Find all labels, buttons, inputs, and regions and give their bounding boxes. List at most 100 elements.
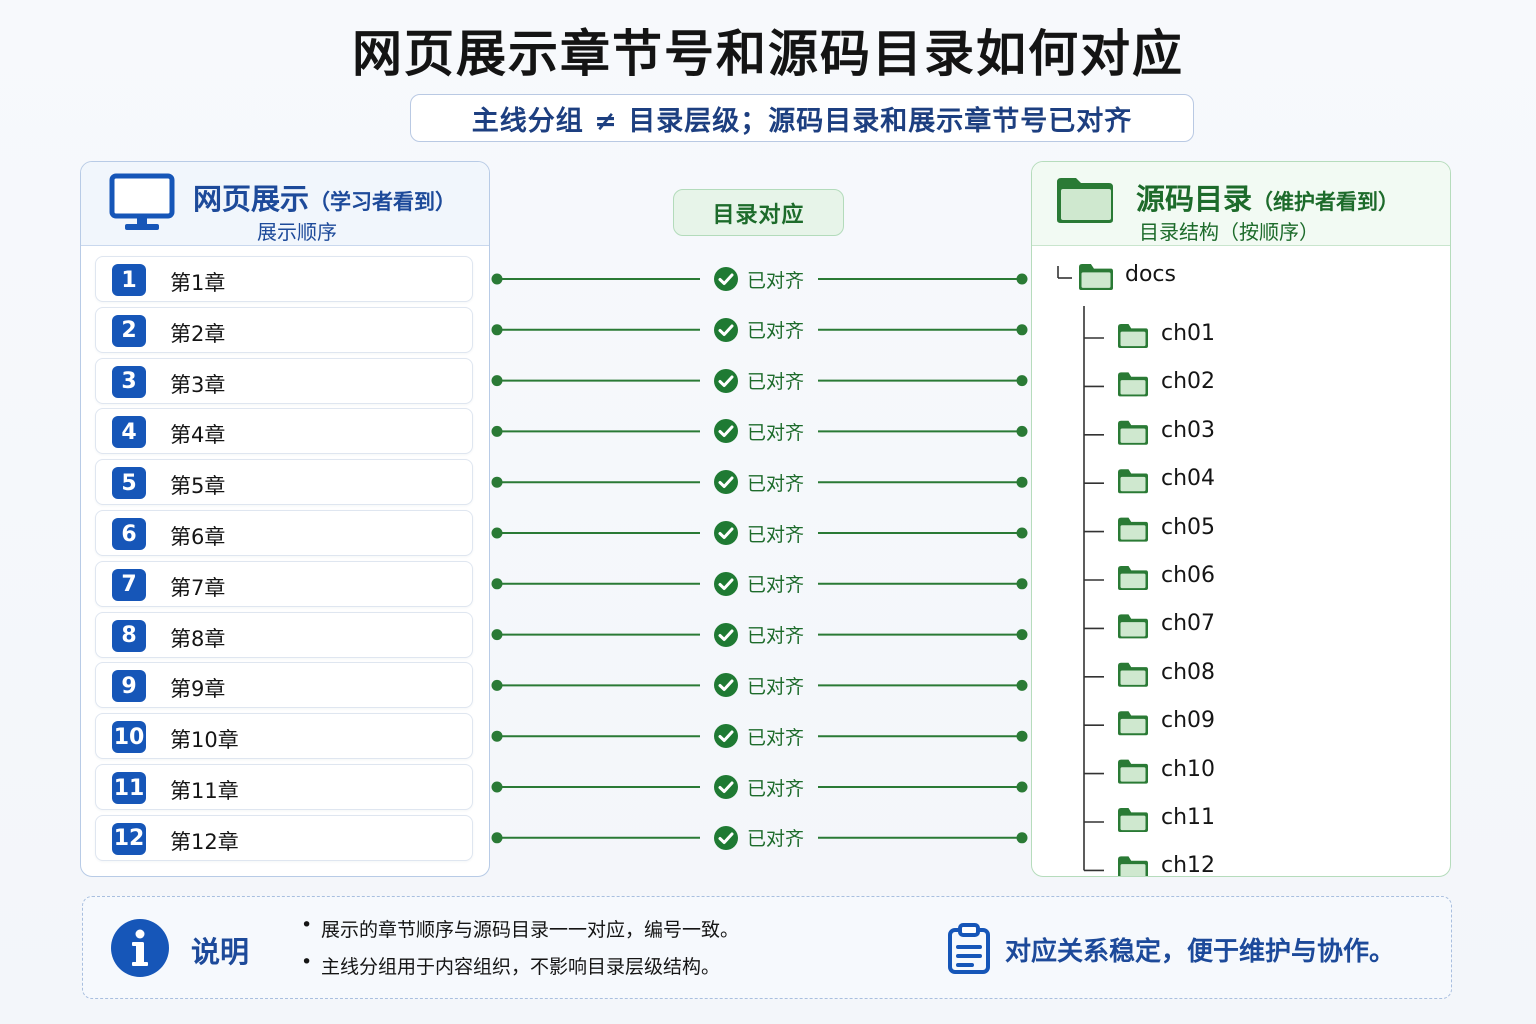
chapter-number-badge: 7 xyxy=(112,568,146,601)
chapter-label: 第5章 xyxy=(170,474,226,499)
chapter-label: 第4章 xyxy=(170,423,226,448)
explanation-box: 说明 展示的章节顺序与源码目录一一对应，编号一致。 主线分组用于内容组织，不影响… xyxy=(82,896,1452,999)
explanation-bullet: 主线分组用于内容组织，不影响目录层级结构。 xyxy=(301,951,739,979)
folder-icon xyxy=(1118,711,1148,736)
chapter-item: 10 第10章 xyxy=(95,713,473,760)
explanation-bullet: 展示的章节顺序与源码目录一一对应，编号一致。 xyxy=(301,914,739,942)
chapter-number-badge: 8 xyxy=(112,619,146,652)
connection-dot xyxy=(491,375,503,387)
tree-folder-label: ch02 xyxy=(1161,369,1216,395)
web-display-title: 网页展示（学习者看到） xyxy=(193,176,456,218)
explanation-heading: 说明 xyxy=(191,935,250,969)
tree-folder-label: ch05 xyxy=(1161,514,1216,540)
check-circle-icon xyxy=(714,673,738,698)
connection-dot xyxy=(491,425,503,437)
chapter-label: 第7章 xyxy=(170,575,226,600)
aligned-status-label: 已对齐 xyxy=(747,726,805,749)
connection-dot xyxy=(491,527,503,539)
connection-dot xyxy=(1016,730,1028,742)
folder-icon xyxy=(1118,856,1148,876)
connection-dot xyxy=(491,476,503,488)
connection-dot xyxy=(1016,324,1028,336)
web-display-title-text: 网页展示 xyxy=(193,182,310,216)
folder-icon xyxy=(1118,614,1148,639)
chapter-number-badge: 5 xyxy=(112,467,146,500)
connection-dot xyxy=(1016,375,1028,387)
check-circle-icon xyxy=(714,470,738,495)
chapter-number-badge: 12 xyxy=(112,822,146,855)
chapter-label: 第9章 xyxy=(170,677,226,702)
chapter-number-badge: 11 xyxy=(112,772,146,804)
page-title: 网页展示章节号和源码目录如何对应 xyxy=(352,25,1184,83)
chapter-item: 11 第11章 xyxy=(95,764,473,810)
chapter-item: 1 第1章 xyxy=(95,256,473,302)
aligned-status-label: 已对齐 xyxy=(747,371,805,394)
source-dir-panel: 源码目录（维护者看到） 目录结构（按顺序） docs ch01 ch02 ch03 ch… xyxy=(1031,161,1451,877)
chapter-item: 2 第2章 xyxy=(95,306,473,353)
tree-folder-label: ch07 xyxy=(1161,611,1216,637)
connection-dot xyxy=(1016,781,1028,793)
tree-folder-label: ch08 xyxy=(1161,659,1216,685)
web-display-title-note: （学习者看到） xyxy=(309,190,457,214)
aligned-status-label: 已对齐 xyxy=(747,574,805,597)
tree-folder-label: ch11 xyxy=(1161,805,1216,830)
aligned-status: 已对齐 xyxy=(713,670,823,700)
web-display-header: 网页展示（学习者看到） 展示顺序 xyxy=(81,162,489,246)
check-circle-icon xyxy=(714,521,738,545)
folder-icon xyxy=(1118,517,1148,542)
folder-icon xyxy=(1118,662,1148,687)
check-circle-icon xyxy=(714,825,738,850)
chapter-item: 7 第7章 xyxy=(95,560,473,607)
aligned-status: 已对齐 xyxy=(713,416,823,446)
chapter-label: 第10章 xyxy=(170,728,239,753)
connection-dot xyxy=(1016,578,1028,590)
connection-dot xyxy=(491,324,503,336)
aligned-status: 已对齐 xyxy=(713,264,823,294)
connection-dot xyxy=(491,273,503,285)
aligned-status-label: 已对齐 xyxy=(747,472,805,495)
tree-folder-label: ch09 xyxy=(1161,708,1216,734)
aligned-status-label: 已对齐 xyxy=(747,828,805,851)
chapter-number-badge: 10 xyxy=(112,721,146,754)
chapter-number-badge: 2 xyxy=(112,314,146,347)
chapter-label: 第11章 xyxy=(170,779,239,803)
explanation-note: 对应关系稳定，便于维护与协作。 xyxy=(1005,937,1396,967)
tree-folder-label: ch06 xyxy=(1161,563,1216,588)
chapter-label: 第6章 xyxy=(170,525,226,549)
check-circle-icon xyxy=(714,267,738,291)
folder-icon xyxy=(1079,264,1113,290)
connection-dot xyxy=(1016,527,1028,539)
connection-dot xyxy=(491,781,503,793)
connection-dot xyxy=(1016,425,1028,437)
connection-dot xyxy=(1016,832,1028,844)
aligned-status: 已对齐 xyxy=(713,569,823,599)
chapter-label: 第8章 xyxy=(170,626,226,651)
folder-icon xyxy=(1118,372,1148,397)
chapter-item: 12 第12章 xyxy=(95,814,473,861)
aligned-status: 已对齐 xyxy=(713,467,823,497)
chapter-item: 4 第4章 xyxy=(95,408,473,455)
connection-dot xyxy=(491,578,503,590)
connection-dot xyxy=(491,629,503,641)
chapter-label: 第3章 xyxy=(170,372,226,397)
check-circle-icon xyxy=(714,724,738,749)
chapter-item: 3 第3章 xyxy=(95,357,473,404)
chapter-item: 8 第8章 xyxy=(95,611,473,658)
check-circle-icon xyxy=(714,368,738,393)
connection-dot xyxy=(1016,679,1028,691)
connection-dot xyxy=(491,730,503,742)
mapping-header: 目录对应 xyxy=(673,189,844,236)
chapter-number-badge: 1 xyxy=(112,264,146,296)
aligned-status: 已对齐 xyxy=(713,518,823,548)
connection-dot xyxy=(491,832,503,844)
chapter-item: 5 第5章 xyxy=(95,459,473,506)
chapter-label: 第12章 xyxy=(170,829,239,854)
chapter-label: 第1章 xyxy=(170,271,226,295)
aligned-status-label: 已对齐 xyxy=(747,675,805,698)
tree-folder-label: ch10 xyxy=(1161,756,1216,782)
chapter-number-badge: 6 xyxy=(112,518,146,550)
folder-icon xyxy=(1118,324,1148,348)
check-circle-icon xyxy=(714,419,738,444)
chapter-item: 6 第6章 xyxy=(95,510,473,556)
connection-dot xyxy=(1016,273,1028,285)
